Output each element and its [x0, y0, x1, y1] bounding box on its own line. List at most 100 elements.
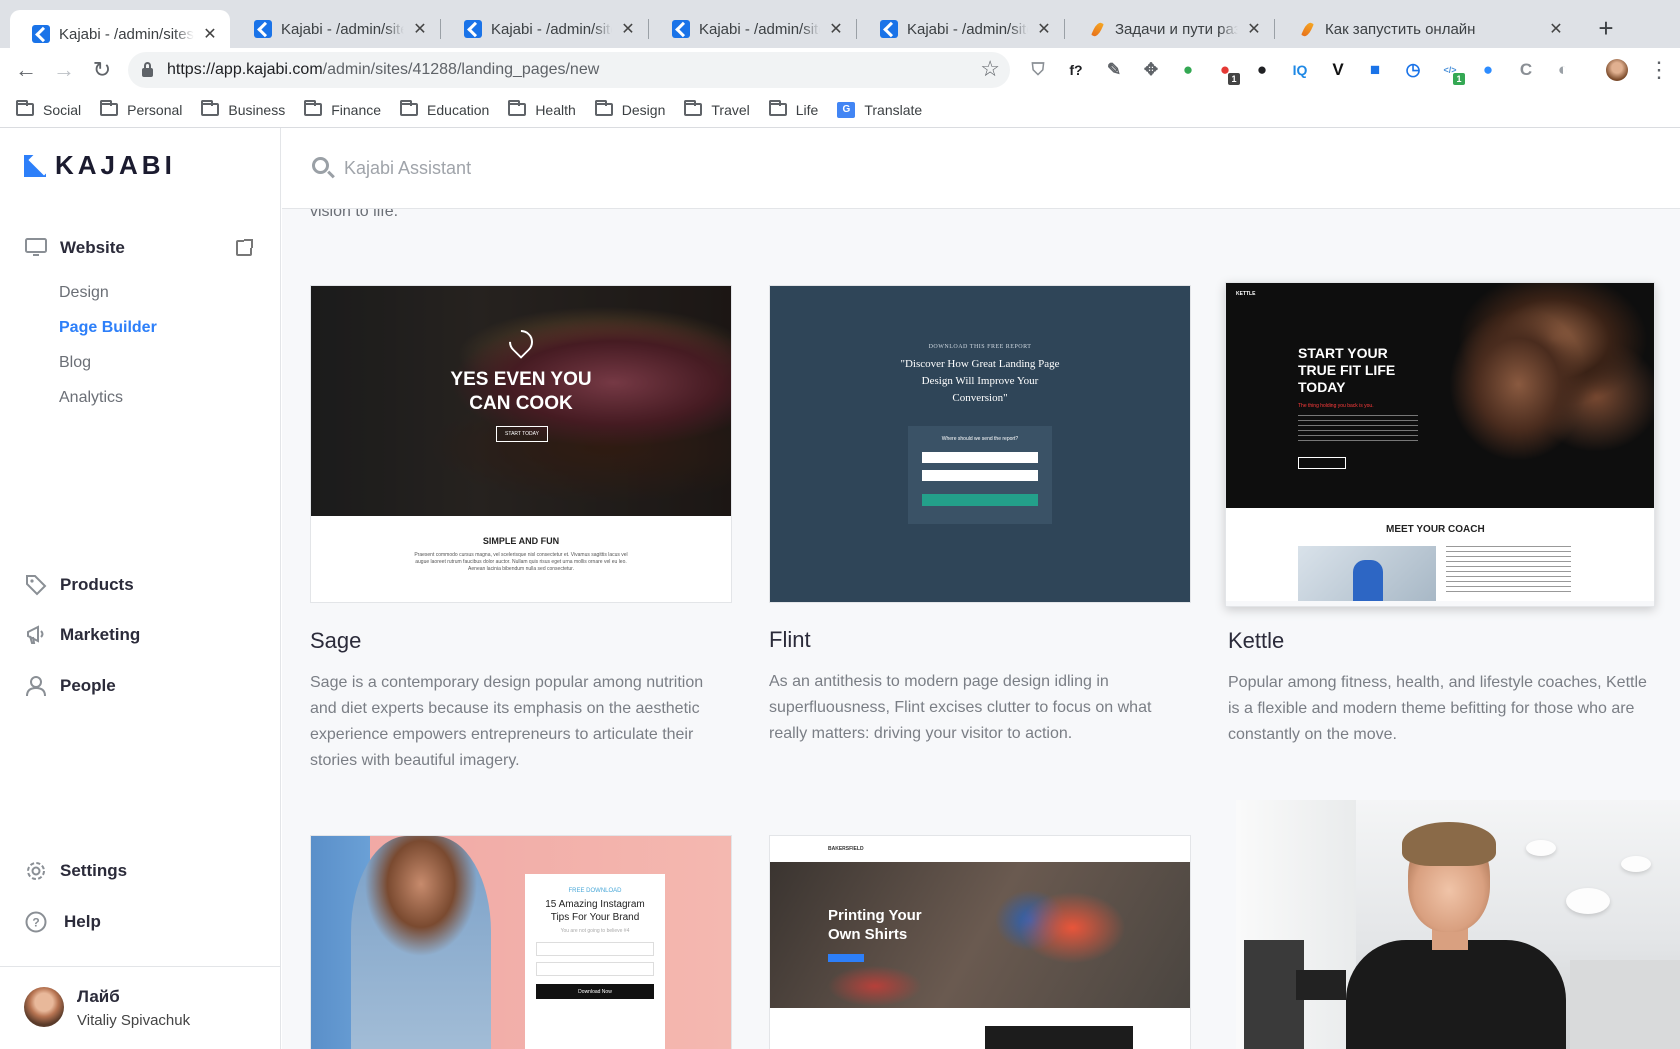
subnav-item-page-builder[interactable]: Page Builder — [59, 319, 157, 337]
camera-extension-icon[interactable]: ■ — [1365, 60, 1385, 80]
browser-tab[interactable]: Kajabi - /admin/sites/4 ✕ — [442, 10, 648, 48]
sidebar-item-label: Website — [60, 238, 125, 257]
forward-icon[interactable]: → — [50, 56, 78, 84]
browser-tab[interactable]: Kajabi - /admin/sites/4 ✕ — [650, 10, 856, 48]
folder-icon — [768, 100, 787, 116]
close-tab-icon[interactable]: ✕ — [1548, 19, 1564, 39]
bookmark-travel[interactable]: Travel — [684, 100, 750, 118]
bookmark-health[interactable]: Health — [508, 100, 576, 118]
theme-preview-flint[interactable]: DOWNLOAD THIS FREE REPORT "Discover How … — [769, 285, 1191, 603]
presenter-shirt — [1346, 940, 1566, 1049]
close-tab-icon[interactable]: ✕ — [202, 24, 218, 44]
theme-preview-sage[interactable]: YES EVEN YOU CAN COOK START TODAY SIMPLE… — [310, 285, 732, 603]
bookmark-business[interactable]: Business — [201, 100, 285, 118]
browser-tab[interactable]: Kajabi - /admin/sites/4 ✕ — [232, 10, 440, 48]
code-extension-icon[interactable]: </> 1 — [1440, 60, 1465, 85]
new-tab-button[interactable]: + — [1594, 14, 1618, 42]
kajabi-favicon-icon — [32, 25, 50, 43]
bookmark-label: Personal — [127, 101, 183, 118]
kajabi-favicon-icon — [254, 20, 272, 38]
address-bar[interactable]: https://app.kajabi.com/admin/sites/41288… — [128, 52, 1010, 88]
shield-extension-icon[interactable]: ⛉ — [1028, 60, 1048, 80]
close-tab-icon[interactable]: ✕ — [412, 19, 428, 39]
tab-label: Задачи и пути развит — [1115, 20, 1238, 38]
sidebar-item-settings[interactable]: Settings — [24, 859, 127, 883]
sidebar-item-website[interactable]: Website — [24, 236, 125, 260]
presenter-hair — [1402, 822, 1496, 866]
bookmark-finance[interactable]: Finance — [304, 100, 381, 118]
browser-tab[interactable]: Как запустить онлайн ✕ — [1276, 10, 1576, 48]
bookmark-education[interactable]: Education — [400, 100, 490, 118]
bookmarks-bar: Social Personal Business Finance Education He… — [0, 92, 1680, 128]
intro-text: vision to life. — [310, 209, 399, 220]
user-subtitle: Vitaliy Spivachuk — [77, 1012, 191, 1029]
preview-eyebrow: FREE DOWNLOAD — [568, 888, 622, 894]
subnav-item-blog[interactable]: Blog — [59, 354, 91, 372]
bookmark-social[interactable]: Social — [16, 100, 81, 118]
profile-avatar[interactable] — [1606, 59, 1628, 81]
grey-extension-icon[interactable]: ◐ — [1553, 60, 1573, 80]
sidebar-item-help[interactable]: ? Help — [24, 910, 101, 934]
kajabi-logo-icon — [24, 154, 46, 177]
clipboard-extension-icon[interactable]: C — [1516, 60, 1536, 80]
close-tab-icon[interactable]: ✕ — [1036, 19, 1052, 39]
red-circle-extension-icon[interactable]: ● 1 — [1215, 60, 1240, 85]
tab-label: Kajabi - /admin/sites/4 — [281, 20, 404, 38]
back-icon[interactable]: ← — [12, 56, 40, 84]
megaphone-icon — [24, 623, 48, 647]
preview-paragraph — [1298, 415, 1418, 445]
bookmark-translate[interactable]: G Translate — [837, 101, 922, 118]
feather-favicon-icon — [1298, 20, 1316, 38]
sidebar-item-marketing[interactable]: Marketing — [24, 623, 140, 647]
bookmark-life[interactable]: Life — [768, 100, 818, 118]
subnav-item-design[interactable]: Design — [59, 284, 109, 302]
move-extension-icon[interactable]: ✥ — [1141, 60, 1161, 80]
browser-menu-icon[interactable]: ⋮ — [1648, 56, 1670, 84]
close-tab-icon[interactable]: ✕ — [620, 19, 636, 39]
v-extension-icon[interactable]: V — [1328, 60, 1348, 80]
folder-icon — [508, 100, 527, 116]
folder-icon — [684, 100, 703, 116]
pendant-lamp — [1566, 888, 1610, 914]
sidebar-item-label: Products — [60, 575, 134, 594]
theme-preview-instagram[interactable]: FREE DOWNLOAD 15 Amazing Instagram Tips … — [310, 835, 732, 1049]
browser-toolbar: ← → ↻ https://app.kajabi.com/admin/sites… — [0, 48, 1680, 92]
extension-glyph: ⛉ — [1031, 60, 1045, 79]
chrome-color-extension-icon[interactable]: ● — [1178, 60, 1198, 80]
preview-button — [828, 954, 864, 962]
browser-tab[interactable]: Задачи и пути развит ✕ — [1066, 10, 1274, 48]
dark-circle-extension-icon[interactable]: ● — [1252, 60, 1272, 80]
clock-extension-icon[interactable]: ◷ — [1403, 60, 1423, 80]
preview-submit — [922, 494, 1038, 506]
kajabi-logo[interactable]: KAJABI — [24, 150, 176, 181]
close-tab-icon[interactable]: ✕ — [1246, 19, 1262, 39]
browser-tab[interactable]: Kajabi - /admin/sites/4 ✕ — [858, 10, 1064, 48]
sidebar-item-people[interactable]: People — [24, 674, 116, 698]
bookmark-design[interactable]: Design — [594, 100, 665, 118]
iq-extension-icon[interactable]: IQ — [1290, 60, 1310, 80]
sidebar-item-products[interactable]: Products — [24, 573, 134, 597]
preview-form: FREE DOWNLOAD 15 Amazing Instagram Tips … — [525, 874, 665, 1049]
kajabi-favicon-icon — [464, 20, 482, 38]
video-extension-icon[interactable]: ● — [1478, 60, 1498, 80]
bookmark-label: Travel — [711, 101, 750, 118]
theme-description: Sage is a contemporary design popular am… — [310, 674, 704, 769]
close-tab-icon[interactable]: ✕ — [828, 19, 844, 39]
extension-glyph: f? — [1069, 62, 1083, 78]
bookmark-label: Education — [427, 101, 490, 118]
reload-icon[interactable]: ↻ — [88, 56, 116, 84]
search-input[interactable] — [344, 150, 944, 186]
eyedropper-extension-icon[interactable]: ✎ — [1104, 60, 1124, 80]
model-photo — [351, 836, 491, 1049]
user-profile[interactable]: Лайб Vitaliy Spivachuk — [0, 966, 280, 1049]
theme-preview-kettle[interactable]: KETTLE START YOUR TRUE FIT LIFE TODAY Th… — [1225, 282, 1655, 607]
subnav-item-analytics[interactable]: Analytics — [59, 389, 123, 407]
bookmark-personal[interactable]: Personal — [100, 100, 183, 118]
bookmark-star-icon[interactable]: ☆ — [980, 56, 1000, 82]
tag-icon — [24, 573, 48, 597]
formula-extension-icon[interactable]: f? — [1066, 60, 1086, 80]
extension-glyph: ● — [1256, 60, 1268, 79]
theme-preview-bakersfield[interactable]: BAKERSFIELD Printing Your Own Shirts — [769, 835, 1191, 1049]
open-external-icon[interactable] — [236, 239, 253, 256]
avatar — [24, 987, 64, 1027]
